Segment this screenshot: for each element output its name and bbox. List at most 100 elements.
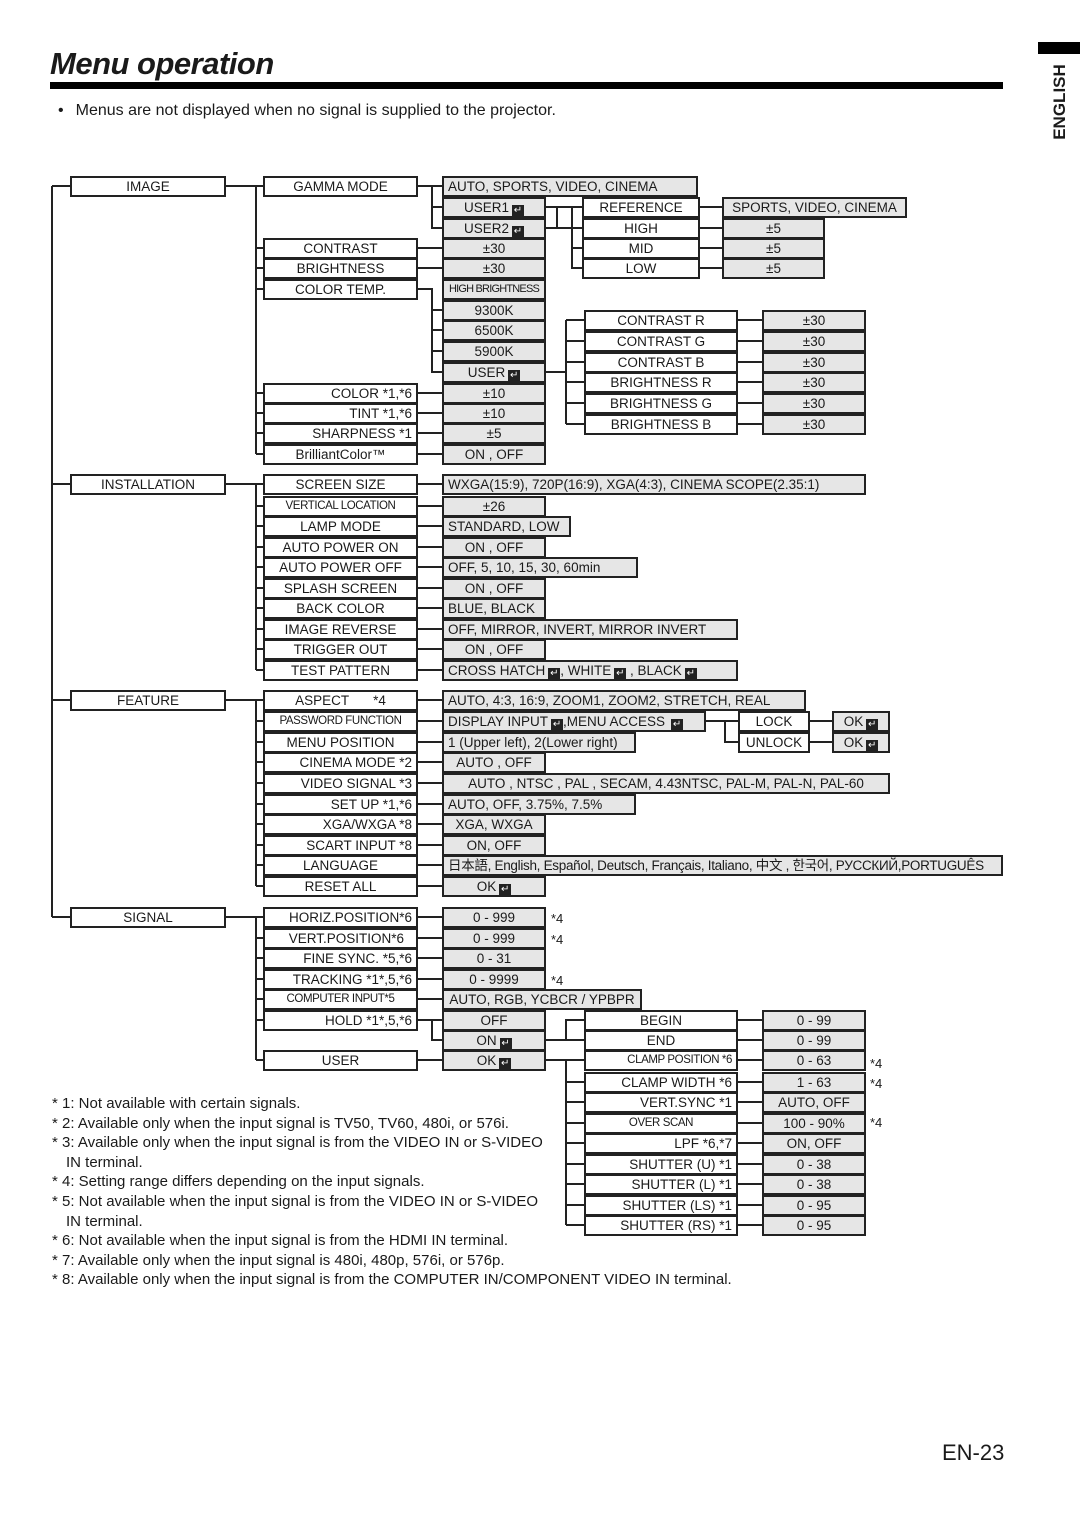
menu-item-color-temp[interactable]: COLOR TEMP. bbox=[263, 279, 418, 300]
fine-sync-range: 0 - 31 bbox=[442, 948, 546, 969]
password-unlock[interactable]: UNLOCK bbox=[738, 732, 810, 753]
contrast-b-range: ±30 bbox=[762, 352, 866, 373]
shutter-u-range: 0 - 38 bbox=[762, 1154, 866, 1175]
password-function-options[interactable]: DISPLAY INPUT ↵ ,MENU ACCESS ↵ bbox=[442, 711, 706, 732]
gamma-user1-label: USER1 bbox=[463, 200, 509, 215]
color-temp-6500k[interactable]: 6500K bbox=[442, 320, 546, 341]
menu-item-fine-sync[interactable]: FINE SYNC. *5,*6 bbox=[263, 948, 418, 969]
menu-category-installation[interactable]: INSTALLATION bbox=[70, 474, 226, 495]
menu-item-auto-power-off[interactable]: AUTO POWER OFF bbox=[263, 557, 418, 578]
menu-item-scart-input[interactable]: SCART INPUT *8 bbox=[263, 835, 418, 856]
menu-item-horiz-position[interactable]: HORIZ.POSITION*6 bbox=[263, 907, 418, 928]
brightness-g-range: ±30 bbox=[762, 393, 866, 414]
menu-item-vert-position[interactable]: VERT.POSITION*6 bbox=[263, 928, 418, 949]
brightness-r[interactable]: BRIGHTNESS R bbox=[584, 372, 738, 393]
menu-category-feature[interactable]: FEATURE bbox=[70, 690, 226, 711]
color-temp-high-brightness[interactable]: HIGH BRIGHTNESS bbox=[442, 279, 546, 300]
brightness-r-range: ±30 bbox=[762, 372, 866, 393]
menu-item-brilliantcolor[interactable]: BrilliantColor™ bbox=[263, 444, 418, 465]
enter-icon: ↵ bbox=[499, 1038, 512, 1049]
hold-on[interactable]: ON ↵ bbox=[442, 1030, 546, 1051]
menu-item-back-color[interactable]: BACK COLOR bbox=[263, 598, 418, 619]
signal-user-clamp-width[interactable]: CLAMP WIDTH *6 bbox=[584, 1072, 738, 1093]
gamma-user-low[interactable]: LOW bbox=[582, 258, 700, 279]
menu-item-xga-wxga[interactable]: XGA/WXGA *8 bbox=[263, 814, 418, 835]
gamma-user1-option[interactable]: USER1 ↵ bbox=[442, 197, 546, 218]
menu-item-sharpness[interactable]: SHARPNESS *1 bbox=[263, 423, 418, 444]
signal-user-clamp-position[interactable]: CLAMP POSITION *6 bbox=[584, 1050, 738, 1071]
user-ok-label: OK bbox=[476, 1053, 497, 1068]
signal-user-begin[interactable]: BEGIN bbox=[584, 1010, 738, 1031]
menu-item-hold[interactable]: HOLD *1*,5,*6 bbox=[263, 1010, 418, 1031]
unlock-ok[interactable]: OK ↵ bbox=[832, 732, 890, 753]
brightness-b-range: ±30 bbox=[762, 414, 866, 435]
signal-user-end[interactable]: END bbox=[584, 1030, 738, 1051]
reset-all-ok[interactable]: OK ↵ bbox=[442, 876, 546, 897]
scart-input-options: ON, OFF bbox=[442, 835, 546, 856]
enter-icon: ↵ bbox=[671, 719, 684, 730]
menu-category-signal[interactable]: SIGNAL bbox=[70, 907, 226, 928]
color-temp-5900k[interactable]: 5900K bbox=[442, 341, 546, 362]
menu-item-gamma-mode[interactable]: GAMMA MODE bbox=[263, 176, 418, 197]
enter-icon: ↵ bbox=[866, 719, 879, 730]
menu-item-trigger-out[interactable]: TRIGGER OUT bbox=[263, 639, 418, 660]
menu-item-video-signal[interactable]: VIDEO SIGNAL *3 bbox=[263, 773, 418, 794]
menu-item-vertical-location[interactable]: VERTICAL LOCATION bbox=[263, 496, 418, 517]
gamma-user-high[interactable]: HIGH bbox=[582, 218, 700, 239]
gamma-user-mid[interactable]: MID bbox=[582, 238, 700, 259]
brightness-b[interactable]: BRIGHTNESS B bbox=[584, 414, 738, 435]
enter-icon: ↵ bbox=[499, 884, 512, 895]
password-lock[interactable]: LOCK bbox=[738, 711, 810, 732]
color-temp-user[interactable]: USER ↵ bbox=[442, 362, 546, 383]
brightness-g[interactable]: BRIGHTNESS G bbox=[584, 393, 738, 414]
screen-size-options: WXGA(15:9), 720P(16:9), XGA(4:3), CINEMA… bbox=[442, 474, 866, 495]
gamma-user2-option[interactable]: USER2 ↵ bbox=[442, 218, 546, 239]
hold-off[interactable]: OFF bbox=[442, 1010, 546, 1031]
footnote-7: * 7: Available only when the input signa… bbox=[52, 1251, 505, 1269]
vert-position-range: 0 - 999 bbox=[442, 928, 546, 949]
back-color-options: BLUE, BLACK bbox=[442, 598, 546, 619]
menu-item-menu-position[interactable]: MENU POSITION bbox=[263, 732, 418, 753]
trigger-out-options: ON , OFF bbox=[442, 639, 546, 660]
gamma-user-reference[interactable]: REFERENCE bbox=[582, 197, 700, 218]
color-temp-9300k[interactable]: 9300K bbox=[442, 300, 546, 321]
lamp-mode-options: STANDARD, LOW bbox=[442, 516, 571, 537]
menu-category-image[interactable]: IMAGE bbox=[70, 176, 226, 197]
brilliantcolor-options: ON , OFF bbox=[442, 444, 546, 465]
aspect-label: ASPECT bbox=[295, 693, 350, 708]
user-ok[interactable]: OK ↵ bbox=[442, 1050, 546, 1071]
menu-item-tracking[interactable]: TRACKING *1*,5,*6 bbox=[263, 969, 418, 990]
menu-item-set-up[interactable]: SET UP *1,*6 bbox=[263, 794, 418, 815]
menu-item-cinema-mode[interactable]: CINEMA MODE *2 bbox=[263, 752, 418, 773]
test-pattern-cross-hatch: CROSS HATCH bbox=[448, 663, 546, 678]
menu-item-color[interactable]: COLOR *1,*6 bbox=[263, 383, 418, 404]
reference-options: SPORTS, VIDEO, CINEMA bbox=[722, 197, 907, 218]
language-options: 日本語, English, Español, Deutsch, Français… bbox=[442, 855, 1003, 876]
footnote-2: * 2: Available only when the input signa… bbox=[52, 1114, 509, 1132]
menu-item-aspect[interactable]: ASPECT *4 bbox=[263, 690, 418, 711]
menu-item-test-pattern[interactable]: TEST PATTERN bbox=[263, 660, 418, 681]
page-number: EN-23 bbox=[942, 1440, 1005, 1465]
test-pattern-options[interactable]: CROSS HATCH ↵, WHITE ↵ , BLACK ↵ bbox=[442, 660, 738, 681]
lock-ok[interactable]: OK ↵ bbox=[832, 711, 890, 732]
menu-item-brightness[interactable]: BRIGHTNESS bbox=[263, 258, 418, 279]
menu-item-auto-power-on[interactable]: AUTO POWER ON bbox=[263, 537, 418, 558]
menu-item-reset-all[interactable]: RESET ALL bbox=[263, 876, 418, 897]
unlock-ok-label: OK bbox=[843, 735, 864, 750]
menu-item-lamp-mode[interactable]: LAMP MODE bbox=[263, 516, 418, 537]
menu-item-password-function[interactable]: PASSWORD FUNCTION bbox=[263, 711, 418, 732]
contrast-g[interactable]: CONTRAST G bbox=[584, 331, 738, 352]
menu-item-user[interactable]: USER bbox=[263, 1050, 418, 1071]
menu-item-language[interactable]: LANGUAGE bbox=[263, 855, 418, 876]
menu-item-computer-input[interactable]: COMPUTER INPUT*5 bbox=[263, 989, 418, 1010]
menu-item-splash-screen[interactable]: SPLASH SCREEN bbox=[263, 578, 418, 599]
clamp-width-note: *4 bbox=[870, 1076, 883, 1091]
menu-item-screen-size[interactable]: SCREEN SIZE bbox=[263, 474, 418, 495]
menu-item-tint[interactable]: TINT *1,*6 bbox=[263, 403, 418, 424]
contrast-r[interactable]: CONTRAST R bbox=[584, 310, 738, 331]
menu-item-image-reverse[interactable]: IMAGE REVERSE bbox=[263, 619, 418, 640]
tint-range: ±10 bbox=[442, 403, 546, 424]
contrast-b[interactable]: CONTRAST B bbox=[584, 352, 738, 373]
auto-power-on-options: ON , OFF bbox=[442, 537, 546, 558]
menu-item-contrast[interactable]: CONTRAST bbox=[263, 238, 418, 259]
